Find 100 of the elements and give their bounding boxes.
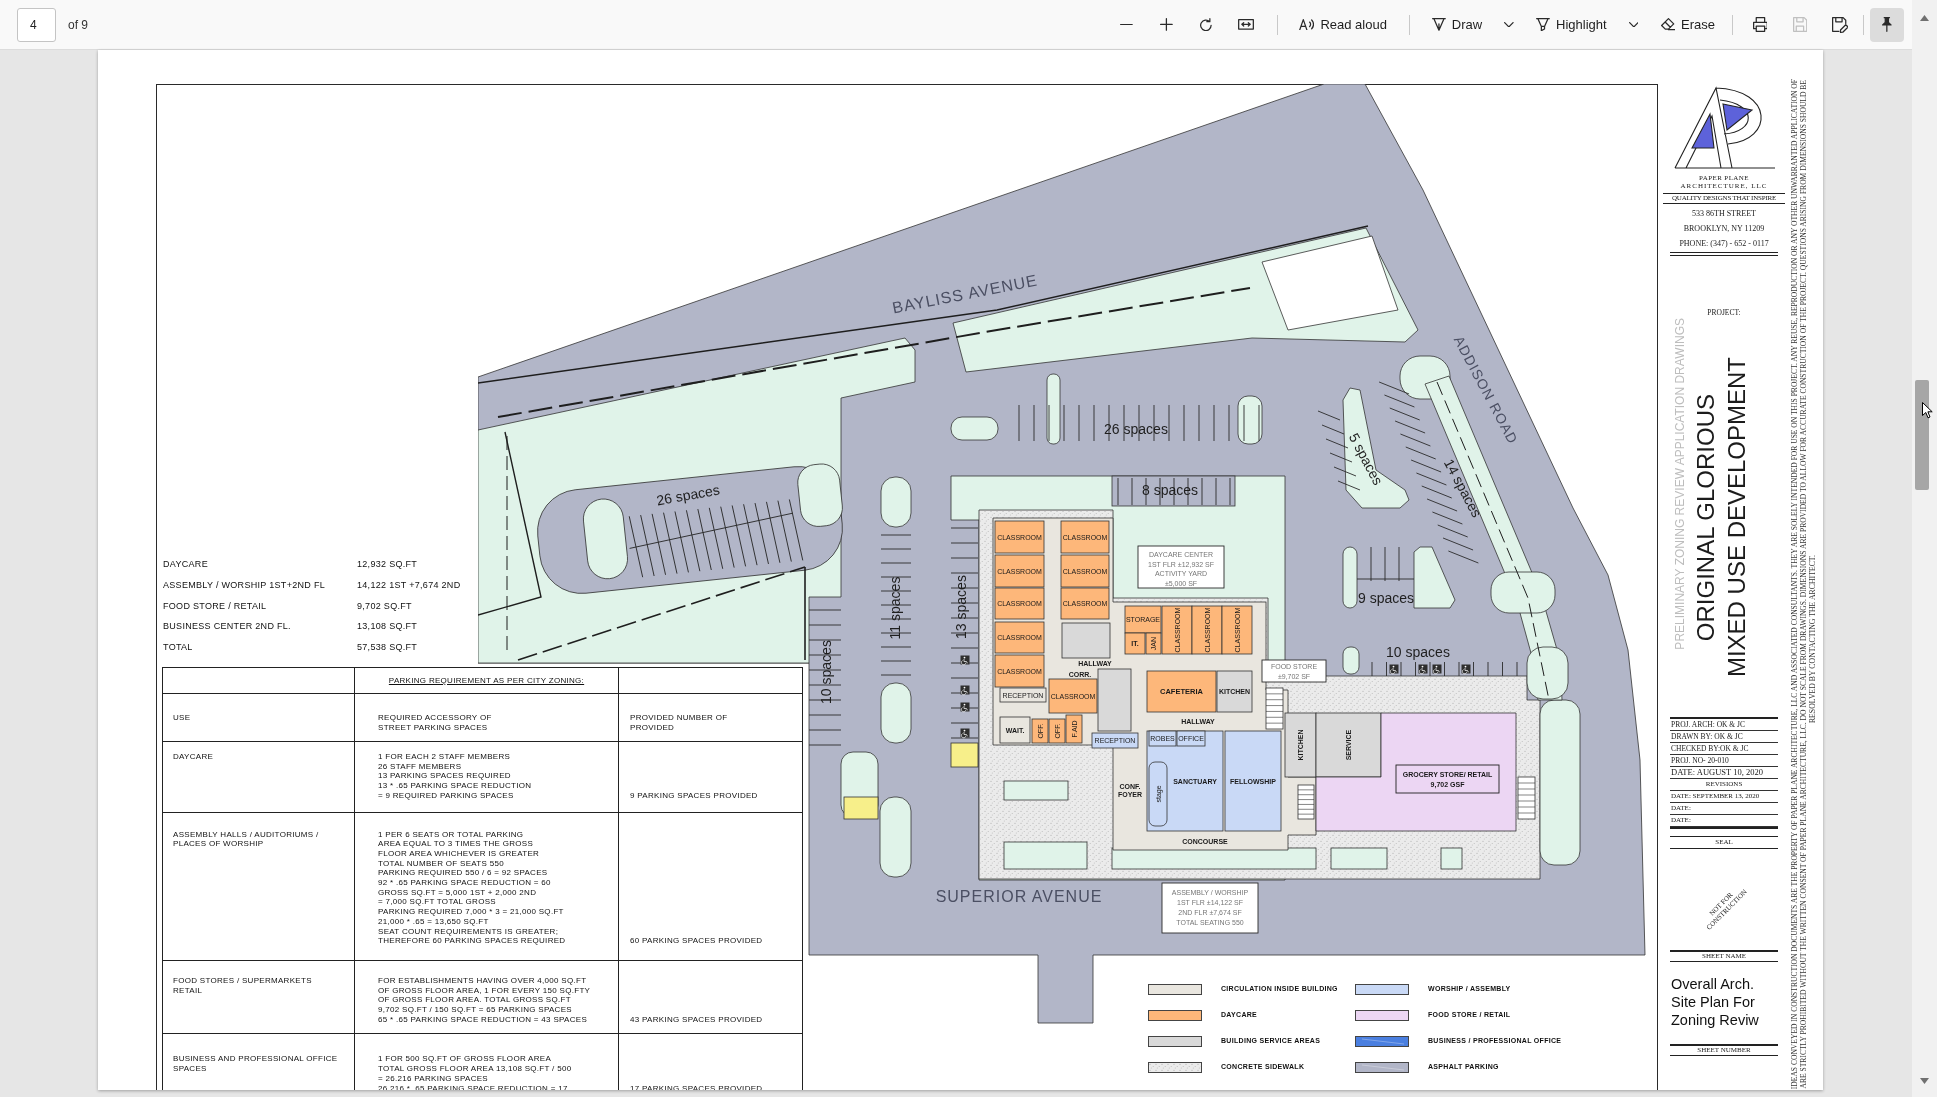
marked-area bbox=[950, 742, 979, 768]
parking-count-label: 26 spaces bbox=[655, 481, 721, 509]
daycare-room bbox=[1060, 554, 1110, 588]
parking-count-label: 10 spaces bbox=[818, 640, 834, 704]
daycare-room bbox=[1048, 718, 1066, 744]
worship-room bbox=[1091, 732, 1139, 749]
table-cell: DAYCARE bbox=[163, 742, 355, 812]
sheet-name: Overall Arch. Site Plan For Zoning Reviw bbox=[1670, 975, 1760, 1029]
daycare-room bbox=[1146, 670, 1217, 713]
eraser-icon bbox=[1660, 18, 1676, 31]
landscape-island bbox=[1342, 546, 1358, 609]
daycare-room bbox=[1060, 587, 1110, 620]
service-room bbox=[1061, 622, 1111, 659]
accessible-parking-icon bbox=[960, 702, 970, 713]
table-title: PARKING REQUIREMENT AS PER CITY ZONING: bbox=[388, 675, 585, 686]
table-cell-text: 17 PARKING SPACES PROVIDED bbox=[629, 1082, 764, 1090]
daycare-room bbox=[1031, 718, 1049, 744]
pointer-cursor-icon bbox=[1922, 402, 1933, 419]
area-label: BUSINESS CENTER 2ND FL. bbox=[163, 621, 291, 633]
read-aloud-icon bbox=[1299, 18, 1315, 31]
marked-area bbox=[843, 796, 879, 820]
parking-count-label: 11 spaces bbox=[887, 576, 903, 640]
table-cell: 1 FOR 500 SQ.FT OF GROSS FLOOR AREA TOTAL GROSS FLOOR AREA 13,108 SQ.FT / 500 = 26.216 PARKING SPACES 26.216 * .65 PARKING SPACE REDUCTION = 17 bbox=[355, 1034, 619, 1090]
column-header: PROVIDED NUMBER OF PROVIDED bbox=[629, 712, 729, 734]
firm-address: PHONE: (347) - 652 - 0117 bbox=[1678, 238, 1770, 250]
street-label: SUPERIOR AVENUE bbox=[935, 887, 1103, 905]
daycare-room bbox=[1191, 605, 1223, 655]
area-label: ASSEMBLY / WORSHIP 1ST+2ND FL bbox=[163, 579, 325, 591]
parking-count-label: 9 spaces bbox=[1358, 590, 1414, 606]
table-cell: FOR ESTABLISHMENTS HAVING OVER 4,000 SQ.FT OF GROSS FLOOR AREA, 1 FOR EVERY 150 SQ.FTY OF GROSS FLOOR AREA. TOTAL GROSS SQ.FT 9,702 SQ.FT / 150 SQ.FT = 65 PARKING SPACES 65 * .65 PARKING SPACE REDUCTION = 43 SPACES bbox=[355, 960, 619, 1034]
area-label: FOOD STORE / RETAIL bbox=[163, 600, 267, 612]
scroll-down-icon[interactable] bbox=[1920, 1078, 1929, 1084]
page-number-field[interactable]: 4 bbox=[17, 7, 56, 42]
landscape-island bbox=[1440, 847, 1463, 870]
area-value: 57,538 SQ.FT bbox=[357, 642, 418, 653]
parking-count-label: 8 spaces bbox=[1142, 482, 1198, 498]
pin-button[interactable] bbox=[1870, 7, 1904, 42]
accessible-parking-icon bbox=[960, 728, 970, 739]
landscape-island bbox=[1342, 646, 1360, 675]
read-aloud-button[interactable]: Read aloud bbox=[1292, 7, 1394, 42]
project-name: MIXED USE DEVELOPMENT bbox=[1725, 357, 1749, 678]
stairs bbox=[1517, 776, 1536, 820]
accessible-parking-icon bbox=[1432, 664, 1442, 675]
daycare-room bbox=[1221, 605, 1253, 655]
plus-icon bbox=[1159, 18, 1173, 31]
landscape-island bbox=[1046, 373, 1061, 445]
parking-count-label: 13 spaces bbox=[953, 575, 969, 639]
erase-button[interactable]: Erase bbox=[1653, 7, 1722, 42]
table-cell-text: 9 PARKING SPACES PROVIDED bbox=[629, 789, 759, 802]
highlight-button[interactable]: Highlight bbox=[1529, 7, 1614, 42]
fit-width-icon bbox=[1238, 19, 1255, 30]
title-block-field: DATE: AUGUST 10, 2020 bbox=[1670, 767, 1778, 779]
area-label: TOTAL bbox=[163, 642, 193, 653]
parking-count-label: 10 spaces bbox=[1386, 644, 1450, 660]
area-value: 9,702 SQ.FT bbox=[357, 600, 412, 612]
daycare-room bbox=[1060, 520, 1110, 554]
chevron-down-icon bbox=[1504, 21, 1514, 28]
landscape-island bbox=[1003, 780, 1069, 801]
accessible-parking-icon bbox=[1461, 664, 1471, 675]
area-value: 14,122 1ST +7,674 2ND bbox=[357, 579, 461, 591]
accessible-parking-icon bbox=[1418, 664, 1428, 675]
stairs bbox=[1265, 687, 1284, 730]
circulation-room bbox=[999, 687, 1047, 703]
column-header: USE bbox=[163, 694, 355, 741]
area-value: 13,108 SQ.FT bbox=[357, 621, 418, 633]
table-cell: ASSEMBLY HALLS / AUDITORIUMS / PLACES OF WORSHIP bbox=[163, 812, 355, 960]
landscape-island bbox=[880, 682, 912, 744]
page-count: of 9 bbox=[68, 16, 88, 34]
project-name: ORIGINAL GLORIOUS bbox=[1694, 393, 1718, 642]
scroll-up-icon[interactable] bbox=[1920, 15, 1929, 21]
printer-icon bbox=[1752, 17, 1768, 32]
landscape-island bbox=[950, 416, 999, 441]
scrollbar-thumb[interactable] bbox=[1915, 380, 1929, 490]
pin-icon bbox=[1882, 17, 1892, 32]
rotate-icon bbox=[1200, 17, 1213, 32]
column-header: REQUIRED ACCESSORY OF STREET PARKING SPACES bbox=[355, 694, 619, 741]
firm-address: 533 86TH STREET bbox=[1691, 208, 1757, 220]
street-label: BAYLISS AVENUE bbox=[890, 271, 1040, 317]
firm-address: BROOKLYN, NY 11209 bbox=[1682, 223, 1766, 235]
area-label: DAYCARE bbox=[163, 559, 208, 570]
pen-icon bbox=[1431, 18, 1446, 31]
parking-count-label: 26 spaces bbox=[1104, 421, 1168, 437]
accessible-parking-icon bbox=[960, 685, 970, 696]
landscape-island bbox=[1413, 546, 1456, 609]
table-cell-text: 43 PARKING SPACES PROVIDED bbox=[629, 1013, 764, 1026]
table-cell: FOOD STORES / SUPERMARKETS RETAIL bbox=[163, 960, 355, 1034]
table-cell: BUSINESS AND PROFESSIONAL OFFICE SPACES bbox=[163, 1034, 355, 1090]
circulation-room bbox=[999, 716, 1031, 744]
draw-button[interactable]: Draw bbox=[1424, 7, 1490, 42]
floppy-pencil-icon bbox=[1831, 16, 1849, 33]
minus-icon bbox=[1119, 23, 1133, 26]
landscape-island bbox=[880, 476, 912, 528]
highlighter-icon bbox=[1536, 17, 1551, 32]
table-cell: 1 FOR EACH 2 STAFF MEMBERS 26 STAFF MEMBERS 13 PARKING SPACES REQUIRED 13 * .65 PARKING SPACE REDUCTION = 9 REQUIRED PARKING SPACES bbox=[355, 742, 619, 812]
accessible-parking-icon bbox=[960, 655, 970, 666]
area-value: 12,932 SQ.FT bbox=[357, 559, 418, 570]
service-room bbox=[1216, 670, 1253, 713]
table-cell: 1 PER 6 SEATS OR TOTAL PARKING AREA EQUAL TO 3 TIMES THE GROSS FLOOR AREA WHICHEVER IS GREATER TOTAL NUMBER OF SEATS 550 PARKING REQUIRED 550 / 6 = 92 SPACES 92 * .65 PARKING SPACE REDUCTION = 60 GROSS SQ.FT = 5,000 1ST + 2,000 2ND = 7,000 SQ.FT TOTAL GROSS PARKING REQUIRED 7,000 * 3 = 21,000 SQ.FT 21,000 * .65 = 13,650 SQ.FT SEAT COUNT REQUIREMENTS IS GREATER; THEREFORE 60 PARKING SPACES REQUIRED bbox=[355, 812, 619, 960]
accessible-parking-icon bbox=[1389, 664, 1399, 675]
drawing-stage-label: PRELIMINARY ZONING REVIEW APPLICATION DRAWINGS bbox=[1673, 318, 1687, 650]
